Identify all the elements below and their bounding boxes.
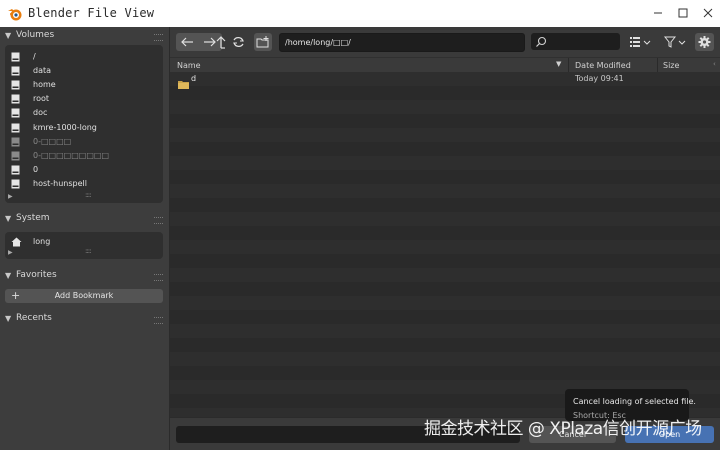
parent-directory-icon[interactable] [216,36,226,49]
column-name[interactable]: Name [177,61,201,70]
folder-icon [178,74,189,93]
directory-path-input[interactable]: /home/long/□□/ [279,33,525,52]
drive-icon [11,66,20,76]
empty-row [170,352,720,366]
resize-grip-icon[interactable]: :::: [85,191,92,199]
chevron-down-icon: ▼ [5,314,12,323]
refresh-icon[interactable] [233,37,244,47]
scroll-left-icon[interactable]: ‹ [713,60,716,68]
search-icon [536,36,547,47]
parent-refresh-group [212,33,248,51]
drag-grip-icon[interactable] [154,317,163,324]
list-view-icon [630,37,651,47]
filter-dropdown[interactable] [662,33,689,51]
display-mode-dropdown[interactable] [627,33,654,51]
system-panel-header[interactable]: ▼ System [0,211,169,227]
title-bar: Blender File View [0,0,720,27]
expand-handle-icon[interactable]: ▶ [8,249,13,256]
drive-icon [11,137,20,147]
empty-row [170,86,720,100]
drive-icon [11,123,20,133]
gear-icon [698,36,711,48]
empty-row [170,142,720,156]
drag-grip-icon[interactable] [154,34,163,41]
search-input[interactable] [531,33,620,50]
watermark-text: 掘金技术社区 @ XPlaza信创开源广场 [424,419,702,439]
chevron-down-icon: ▼ [5,271,12,280]
recents-panel-header[interactable]: ▼ Recents [0,311,169,327]
column-date-modified[interactable]: Date Modified [575,61,631,70]
chevron-down-icon: ▼ [5,214,12,223]
filter-funnel-icon [663,36,686,48]
new-folder-icon [256,36,269,48]
empty-row [170,268,720,282]
favorites-panel-header[interactable]: ▼ Favorites [0,268,169,284]
sidebar: ▼ Volumes / data home root doc kmre-1000-long… [0,27,170,450]
empty-row [170,100,720,114]
close-button[interactable] [696,3,720,23]
drive-icon [11,52,20,62]
volumes-list: / data home root doc kmre-1000-long 0-□□□□ 0-□□… [5,45,163,203]
empty-row [170,338,720,352]
empty-row [170,282,720,296]
empty-row [170,226,720,240]
file-list: d Today 09:41 [170,72,720,417]
column-divider[interactable] [568,58,569,72]
column-divider[interactable] [657,58,658,72]
empty-row [170,310,720,324]
empty-row [170,114,720,128]
new-folder-button[interactable] [254,33,272,51]
empty-row [170,212,720,226]
drag-grip-icon[interactable] [154,217,163,224]
expand-handle-icon[interactable]: ▶ [8,193,13,200]
drive-icon [11,179,20,189]
window-title: Blender File View [28,6,155,20]
system-list: long ▶ :::: [5,232,163,259]
empty-row [170,324,720,338]
drive-icon [11,108,20,118]
drive-icon [11,151,20,161]
empty-row [170,184,720,198]
add-bookmark-button[interactable]: + Add Bookmark [5,289,163,303]
column-size[interactable]: Size [663,61,679,70]
empty-row [170,156,720,170]
empty-row [170,366,720,380]
minimize-button[interactable] [646,3,670,23]
back-arrow-icon[interactable] [181,37,193,47]
drive-icon [11,94,20,104]
drive-icon [11,80,20,90]
volumes-panel-header[interactable]: ▼ Volumes [0,28,169,44]
empty-row [170,170,720,184]
empty-row [170,128,720,142]
resize-grip-icon[interactable]: :::: [85,247,92,255]
column-header-row: Name ▼ Date Modified Size ‹ [170,57,720,72]
blender-logo-icon [7,6,23,22]
settings-button[interactable] [695,33,714,51]
drive-icon [11,165,20,175]
file-browser-main: /home/long/□□/ Name ▼ Date Modified Size… [170,27,720,450]
drag-grip-icon[interactable] [154,274,163,281]
sort-descending-icon[interactable]: ▼ [556,60,561,68]
maximize-button[interactable] [671,3,695,23]
empty-row [170,296,720,310]
home-icon [11,237,22,247]
file-row[interactable]: d Today 09:41 [170,72,720,89]
empty-row [170,254,720,268]
chevron-down-icon: ▼ [5,31,12,40]
empty-row [170,240,720,254]
toolbar: /home/long/□□/ [170,27,720,57]
empty-row [170,198,720,212]
